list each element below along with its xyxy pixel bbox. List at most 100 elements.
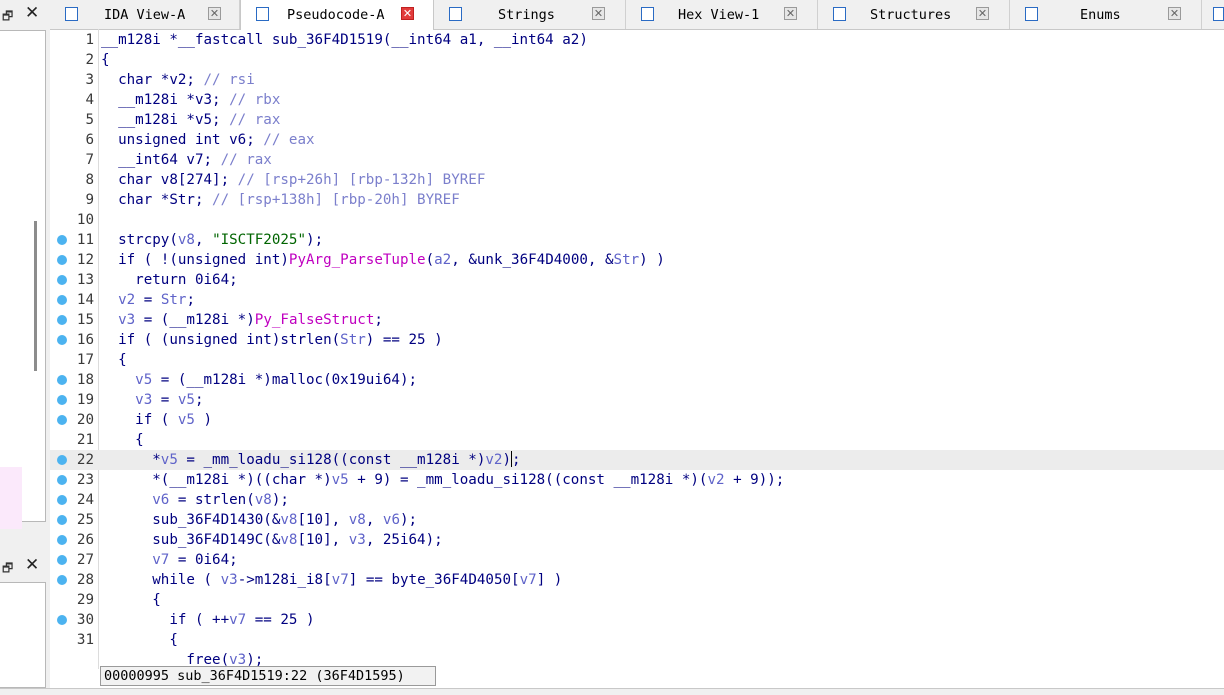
enums-icon	[1025, 7, 1038, 21]
code-token: v5	[331, 472, 349, 488]
code-line[interactable]: 12 if ( !(unsigned int)PyArg_ParseTuple(…	[50, 250, 1224, 270]
tab-pseudocode-a[interactable]: Pseudocode-A ✕	[240, 0, 434, 30]
code-token: char *Str;	[101, 192, 213, 208]
code-line[interactable]: 2{	[50, 50, 1224, 70]
breakpoint-marker-icon[interactable]	[57, 235, 67, 245]
tab-label: IDA View-A	[104, 7, 186, 23]
code-line[interactable]: 26 sub_36F4D149C(&v8[10], v3, 25i64);	[50, 530, 1224, 550]
code-line[interactable]: 8 char v8[274]; // [rsp+26h] [rbp-132h] …	[50, 170, 1224, 190]
code-token: __int64 v7;	[101, 152, 221, 168]
close-panel-icon[interactable]: ✕	[25, 555, 39, 575]
code-line[interactable]: 27 v7 = 0i64;	[50, 550, 1224, 570]
code-line[interactable]: 6 unsigned int v6; // eax	[50, 130, 1224, 150]
breakpoint-marker-icon[interactable]	[57, 275, 67, 285]
code-token: ;	[374, 312, 383, 328]
code-line[interactable]: 28 while ( v3->m128i_i8[v7] == byte_36F4…	[50, 570, 1224, 590]
code-line[interactable]: 5 __m128i *v5; // rax	[50, 110, 1224, 130]
code-line[interactable]: 31 {	[50, 630, 1224, 650]
code-line[interactable]: 9 char *Str; // [rsp+138h] [rbp-20h] BYR…	[50, 190, 1224, 210]
code-line[interactable]: 4 __m128i *v3; // rbx	[50, 90, 1224, 110]
left-panel-lower-pane	[0, 582, 46, 688]
restore-window-icon[interactable]: 🗗	[2, 7, 13, 28]
code-line[interactable]: 11 strcpy(v8, "ISCTF2025");	[50, 230, 1224, 250]
close-tab-icon[interactable]: ✕	[401, 7, 414, 20]
code-line[interactable]: 1 __m128i *__fastcall sub_36F4D1519(__int…	[50, 30, 1224, 50]
tab-enums[interactable]: Enums ✕	[1010, 0, 1202, 29]
restore-window-icon[interactable]: 🗗	[2, 559, 13, 580]
code-line[interactable]: 3 char *v2; // rsi	[50, 70, 1224, 90]
left-panel-scrollbar[interactable]	[34, 221, 37, 371]
code-token: v2	[118, 292, 136, 308]
pseudocode-view[interactable]: 1 __m128i *__fastcall sub_36F4D1519(__int…	[50, 29, 1224, 666]
code-token: v5	[177, 412, 195, 428]
close-panel-icon[interactable]: ✕	[25, 3, 39, 23]
code-text: v7 = 0i64;	[101, 550, 237, 570]
code-token: ,	[365, 512, 383, 528]
code-token: Str	[160, 292, 187, 308]
close-tab-icon[interactable]: ✕	[784, 7, 797, 20]
breakpoint-marker-icon[interactable]	[57, 255, 67, 265]
breakpoint-marker-icon[interactable]	[57, 315, 67, 325]
code-token: =	[152, 392, 178, 408]
code-line[interactable]: 23 *(__m128i *)((char *)v5 + 9) = _mm_lo…	[50, 470, 1224, 490]
line-number: 25	[76, 512, 94, 528]
code-line[interactable]: 22 *v5 = _mm_loadu_si128((const __m128i …	[50, 450, 1224, 470]
code-text: {	[101, 630, 178, 650]
code-line[interactable]: 24 v6 = strlen(v8);	[50, 490, 1224, 510]
code-line[interactable]: 16 if ( (unsigned int)strlen(Str) == 25 …	[50, 330, 1224, 350]
code-token: );	[306, 232, 324, 248]
overflow-tab-icon[interactable]	[1213, 7, 1224, 21]
code-line[interactable]: 29 {	[50, 590, 1224, 610]
breakpoint-marker-icon[interactable]	[57, 375, 67, 385]
breakpoint-marker-icon[interactable]	[57, 295, 67, 305]
tab-ida-view-a[interactable]: IDA View-A ✕	[50, 0, 240, 29]
code-line[interactable]: 19 v3 = v5;	[50, 390, 1224, 410]
close-tab-icon[interactable]: ✕	[208, 7, 221, 20]
code-line[interactable]: 15 v3 = (__m128i *)Py_FalseStruct;	[50, 310, 1224, 330]
code-text: char *Str; // [rsp+138h] [rbp-20h] BYREF	[101, 190, 460, 210]
code-token: {	[101, 52, 110, 68]
code-token: // [rsp+138h] [rbp-20h] BYREF	[212, 192, 460, 208]
breakpoint-marker-icon[interactable]	[57, 555, 67, 565]
breakpoint-marker-icon[interactable]	[57, 455, 67, 465]
tab-hex-view-1[interactable]: Hex View-1 ✕	[626, 0, 818, 29]
breakpoint-marker-icon[interactable]	[57, 495, 67, 505]
tab-structures[interactable]: Structures ✕	[818, 0, 1010, 29]
code-token: free(	[101, 652, 230, 666]
close-tab-icon[interactable]: ✕	[1168, 7, 1181, 20]
close-tab-icon[interactable]: ✕	[976, 7, 989, 20]
code-line[interactable]: 17 {	[50, 350, 1224, 370]
left-panel-header-bottom: 🗗 ✕	[0, 552, 46, 582]
breakpoint-marker-icon[interactable]	[57, 515, 67, 525]
code-line[interactable]: 30 if ( ++v7 == 25 )	[50, 610, 1224, 630]
breakpoint-marker-icon[interactable]	[57, 335, 67, 345]
code-token: , 25i64);	[365, 532, 443, 548]
line-number: 17	[76, 352, 94, 368]
breakpoint-marker-icon[interactable]	[57, 575, 67, 585]
code-line[interactable]: 25 sub_36F4D1430(&v8[10], v8, v6);	[50, 510, 1224, 530]
breakpoint-marker-icon[interactable]	[57, 395, 67, 405]
breakpoint-marker-icon[interactable]	[57, 475, 67, 485]
code-token: v7	[229, 612, 247, 628]
breakpoint-marker-icon[interactable]	[57, 615, 67, 625]
code-line[interactable]: free(v3);	[50, 650, 1224, 666]
code-text: *v5 = _mm_loadu_si128((const __m128i *)v…	[101, 450, 521, 470]
close-tab-icon[interactable]: ✕	[592, 7, 605, 20]
code-text: v3 = v5;	[101, 390, 203, 410]
code-token: v5	[160, 452, 178, 468]
code-line[interactable]: 13 return 0i64;	[50, 270, 1224, 290]
code-line[interactable]: 21 {	[50, 430, 1224, 450]
code-token: = _mm_loadu_si128((const __m128i *)	[177, 452, 486, 468]
line-number: 18	[76, 372, 94, 388]
code-token: v3	[229, 652, 247, 666]
code-line[interactable]: 10	[50, 210, 1224, 230]
breakpoint-marker-icon[interactable]	[57, 415, 67, 425]
code-token: v3	[135, 392, 153, 408]
code-line[interactable]: 20 if ( v5 )	[50, 410, 1224, 430]
code-line[interactable]: 7 __int64 v7; // rax	[50, 150, 1224, 170]
code-line[interactable]: 18 v5 = (__m128i *)malloc(0x19ui64);	[50, 370, 1224, 390]
code-line[interactable]: 14 v2 = Str;	[50, 290, 1224, 310]
code-token: // eax	[263, 132, 315, 148]
tab-strings[interactable]: Strings ✕	[434, 0, 626, 29]
breakpoint-marker-icon[interactable]	[57, 535, 67, 545]
